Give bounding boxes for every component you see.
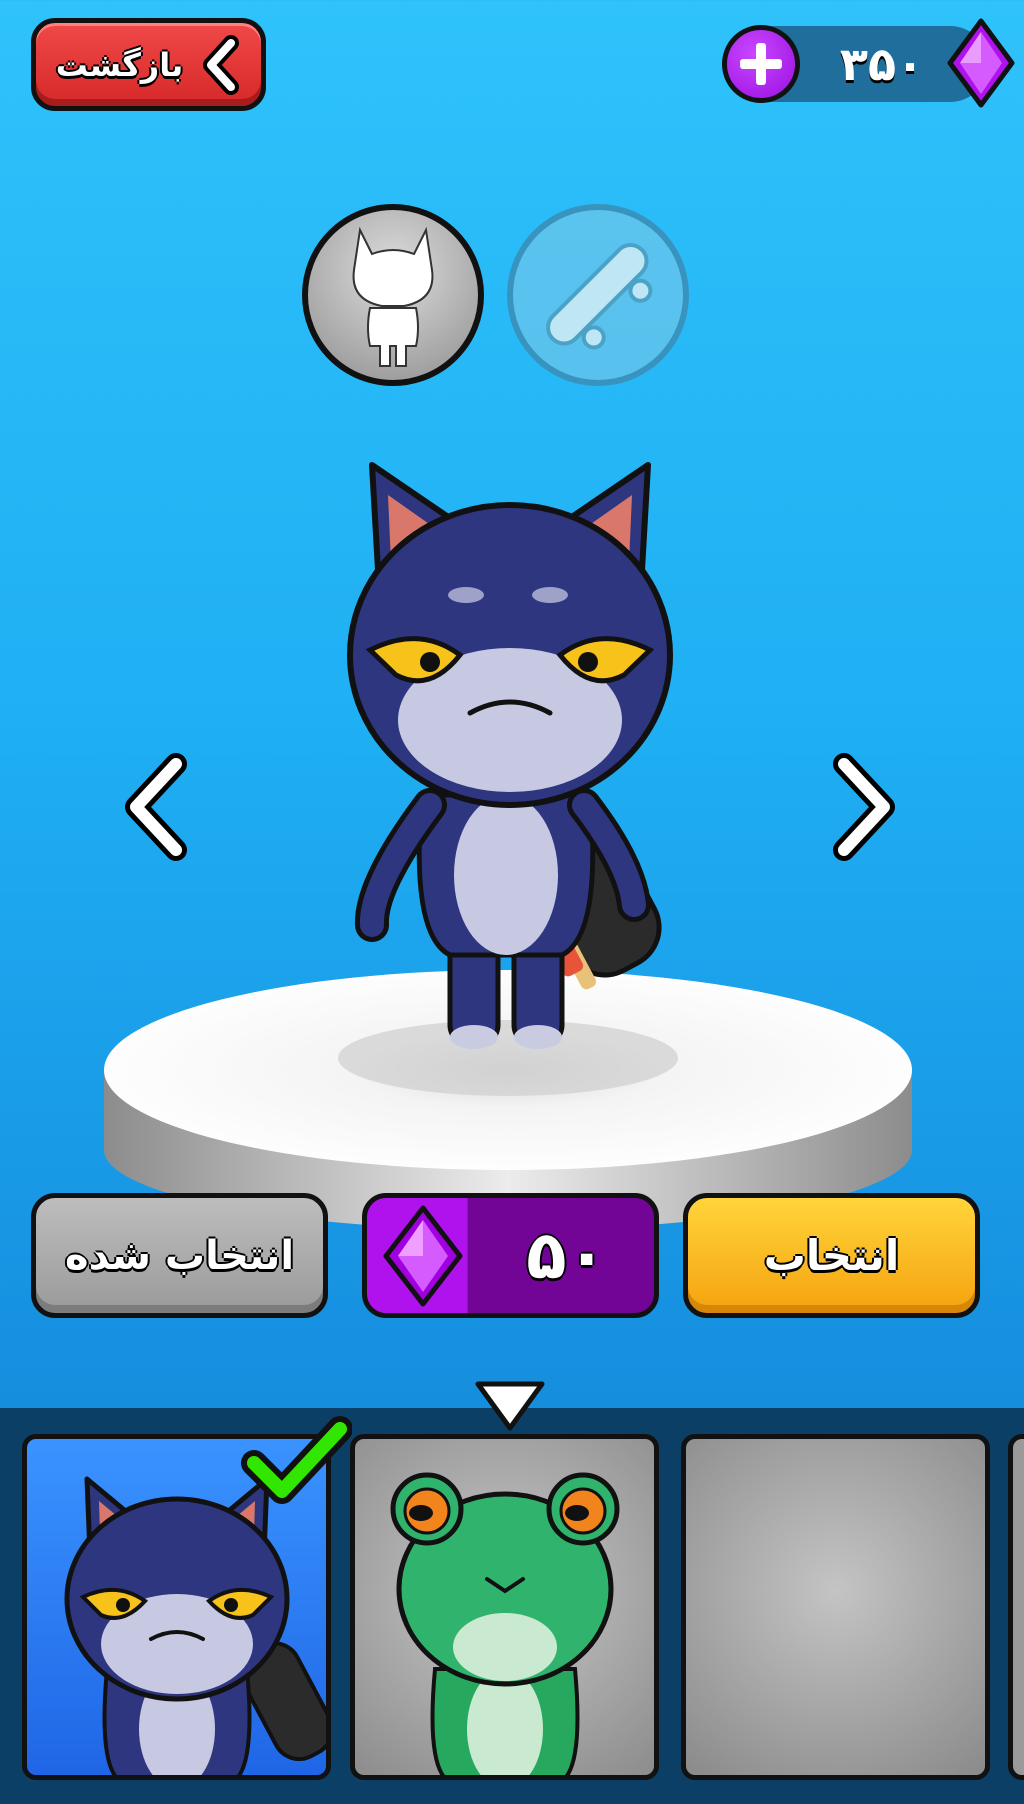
back-button[interactable]: بازگشت: [31, 18, 266, 111]
price-value: ۵۰: [526, 1217, 607, 1294]
next-character-arrow[interactable]: [822, 752, 902, 862]
add-gems-button[interactable]: [722, 25, 800, 103]
plus-icon: [740, 43, 782, 85]
back-label: بازگشت: [55, 45, 184, 84]
selected-button[interactable]: انتخاب شده: [31, 1193, 328, 1318]
gem-count: ۳۵۰: [839, 37, 925, 91]
carousel-pointer-icon: [475, 1381, 545, 1431]
carousel-item-locked[interactable]: [681, 1434, 990, 1780]
gem-icon: [947, 18, 1015, 108]
price-gem: [367, 1198, 479, 1313]
skateboard-mode-button[interactable]: [507, 204, 689, 386]
character-mode-button[interactable]: [302, 204, 484, 386]
character-preview: [347, 462, 673, 1049]
character-silhouette-icon: [352, 226, 434, 367]
buy-price-button[interactable]: ۵۰: [362, 1193, 659, 1318]
frog-thumbnail: [390, 1472, 620, 1775]
selected-checkmark-icon: [241, 1416, 352, 1504]
carousel-item-next[interactable]: [1008, 1434, 1024, 1780]
gem-icon: [383, 1205, 463, 1306]
chevron-left-icon: [203, 34, 240, 95]
select-button[interactable]: انتخاب: [683, 1193, 980, 1318]
previous-character-arrow[interactable]: [118, 752, 198, 862]
skateboard-icon: [546, 243, 653, 350]
carousel-item-frog[interactable]: [350, 1434, 659, 1780]
